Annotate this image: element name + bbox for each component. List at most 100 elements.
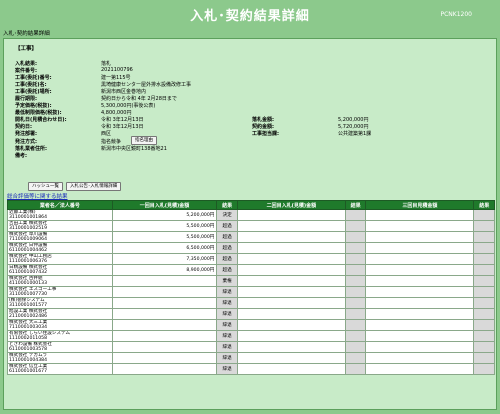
round3-amount — [365, 341, 475, 353]
round2-result — [344, 363, 367, 375]
field-label-remarks: 備考: — [15, 153, 27, 159]
round2-amount — [236, 308, 346, 320]
field-value-contract-date: 令和 3年12月13日 — [101, 124, 144, 130]
round2-amount — [236, 209, 346, 221]
bidder-cell: 株式会社 日伸設備 6110001004462 — [7, 242, 113, 254]
round1-result: 超過 — [216, 231, 238, 243]
round1-result: 棄権 — [216, 275, 238, 287]
round1-amount — [111, 297, 218, 309]
round2-amount — [236, 363, 346, 375]
table-row: 株式会社 エスゴー工事 3110001007730 辞退 — [7, 286, 495, 298]
round3-result — [473, 231, 495, 243]
round1-result: 超過 — [216, 253, 238, 265]
col-header-round2-amount: 二回目入札(見積)金額 — [236, 200, 346, 210]
bidder-corp-no: 3110001007730 — [9, 292, 47, 297]
bidder-corp-no: 3110001001577 — [9, 303, 47, 308]
round2-amount — [236, 275, 346, 287]
bidder-cell: 株式会社 草川設備 7110001009064 — [7, 231, 113, 243]
round3-result — [473, 308, 495, 320]
table-row: (株)徳保システム 3110001001577 辞退 — [7, 297, 495, 309]
table-row: 有限会社 しらい住設システム 1110002011058 辞退 — [7, 330, 495, 342]
bidder-corp-no: 6110001004462 — [9, 248, 47, 253]
round1-result: 辞退 — [216, 341, 238, 353]
round3-result — [473, 275, 495, 287]
round3-result — [473, 286, 495, 298]
round1-amount — [111, 341, 218, 353]
round2-result — [344, 242, 367, 254]
field-value-work-place: 新潟市西区金巻地内 — [101, 89, 147, 95]
field-value-winning-amount: 5,200,000円 — [338, 117, 369, 123]
table-row: 株式会社 大三工業 7110001003034 辞退 — [7, 319, 495, 331]
bidder-cell: 株式会社 テカムラ 1110001004384 — [7, 352, 113, 364]
round2-amount — [236, 330, 346, 342]
field-value-result: 落札 — [101, 61, 112, 67]
round1-result: 辞退 — [216, 363, 238, 375]
round3-result — [473, 220, 495, 232]
round2-amount — [236, 220, 346, 232]
round2-result — [344, 319, 367, 331]
field-label-section-in-charge: 工事担当課: — [252, 131, 280, 137]
bidder-corp-no: 1110001006376 — [9, 259, 47, 264]
bidder-corp-no: 6110001003578 — [9, 347, 47, 352]
field-value-work-no: 建一第115号 — [101, 75, 131, 81]
table-row: 株式会社 日伸設備 6110001004462 6,500,000円 超過 — [7, 242, 495, 254]
bidder-corp-no: 7110001009064 — [9, 237, 47, 242]
field-value-min-price: 4,800,000円 — [101, 110, 132, 116]
round2-amount — [236, 341, 346, 353]
round3-result — [473, 341, 495, 353]
bidder-cell: 日精設備 株式会社 6110001007432 — [7, 264, 113, 276]
table-row: 旭設工業 株式会社 2110001002486 辞退 — [7, 308, 495, 320]
round2-result — [344, 209, 367, 221]
round1-result: 超過 — [216, 264, 238, 276]
bidder-cell: 株式会社 中山工務店 1110001006376 — [7, 253, 113, 265]
round1-amount — [111, 330, 218, 342]
round3-amount — [365, 275, 475, 287]
bidder-corp-no: 6110001001677 — [9, 369, 47, 374]
round1-amount: 6,500,000円 — [111, 242, 218, 254]
breadcrumb: 入札･契約結果詳細 — [3, 31, 50, 37]
bidder-corp-no: 3110001002519 — [9, 226, 47, 231]
round1-result: 辞退 — [216, 297, 238, 309]
bidder-corp-no: 3110001001864 — [9, 215, 47, 220]
eval-result-link[interactable]: 総合評価等に関する結果 — [7, 192, 68, 200]
col-header-round3-amount: 三回目見積金額 — [365, 200, 475, 210]
field-label-deadline: 履行期限: — [15, 96, 37, 102]
round3-amount — [365, 352, 475, 364]
field-label-department: 発注部署: — [15, 131, 37, 137]
field-value-department: 西区 — [101, 131, 112, 137]
round3-result — [473, 253, 495, 265]
round2-amount — [236, 242, 346, 254]
bidders-table-body: 近藤工業(株) 3110001001864 5,200,000円 決定 吉田工業 株式会… — [7, 209, 495, 375]
round1-amount — [111, 286, 218, 298]
field-value-winner-address: 新潟市中央区鏡町138番地21 — [101, 146, 167, 152]
round2-amount — [236, 231, 346, 243]
round3-amount — [365, 297, 475, 309]
round1-amount: 5,500,000円 — [111, 231, 218, 243]
round3-amount — [365, 319, 475, 331]
bidder-cell: 旭設工業 株式会社 2110001002486 — [7, 308, 113, 320]
table-row: 株式会社 古井組 4110001000133 棄権 — [7, 275, 495, 287]
table-row: 日精設備 株式会社 6110001007432 8,900,000円 超過 — [7, 264, 495, 276]
field-label-case-no: 案件番号: — [15, 68, 37, 74]
round1-amount: 8,900,000円 — [111, 264, 218, 276]
hash-list-button[interactable]: ハッシュ一覧 — [28, 182, 63, 191]
field-value-work-name: 黒埼健康センター屋外排水設備改修工事 — [101, 82, 192, 88]
round3-amount — [365, 308, 475, 320]
bidders-table: 業者名／法人番号 一回目入札(見積)金額 結果 二回目入札(見積)金額 結果 三… — [7, 200, 495, 375]
round1-result: 辞退 — [216, 286, 238, 298]
field-value-case-no: 2021100796 — [101, 67, 133, 73]
bid-notice-detail-button[interactable]: 入札公告･入札情報詳細 — [66, 182, 122, 191]
field-value-method: 指名競争 — [101, 139, 122, 145]
round2-amount — [236, 286, 346, 298]
round1-amount: 5,500,000円 — [111, 220, 218, 232]
table-row: 株式会社 テカムラ 1110001004384 辞退 — [7, 352, 495, 364]
round3-amount — [365, 242, 475, 254]
bidder-cell: 株式会社 大三工業 7110001003034 — [7, 319, 113, 331]
round1-result: 辞退 — [216, 308, 238, 320]
bidder-corp-no: 1110001004384 — [9, 358, 47, 363]
bidder-cell: 近藤工業(株) 3110001001864 — [7, 209, 113, 221]
round2-result — [344, 220, 367, 232]
round3-amount — [365, 220, 475, 232]
nomination-reason-button[interactable]: 指名理由 — [131, 136, 157, 145]
section-label: 【工事】 — [15, 46, 38, 52]
